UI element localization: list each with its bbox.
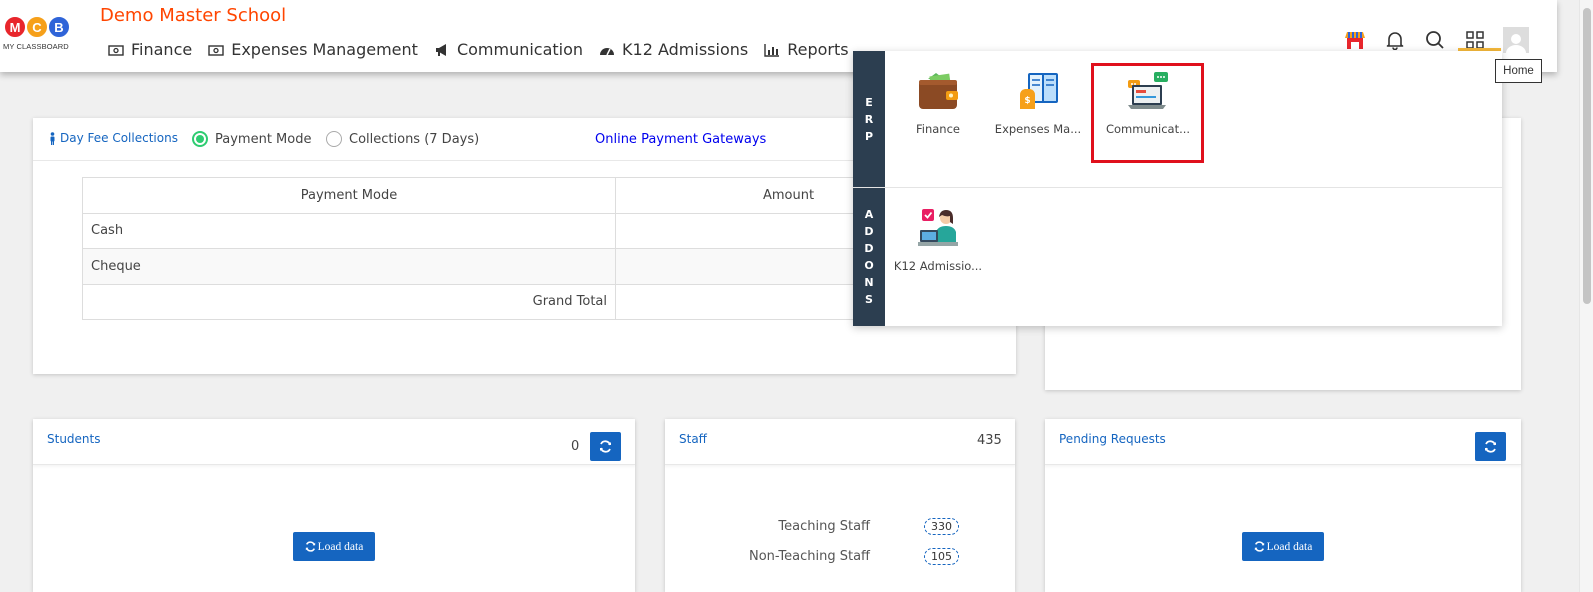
payment-mode-table: Payment Mode Amount Cash Cheque Grand To… <box>82 177 962 320</box>
home-tooltip: Home <box>1495 59 1542 83</box>
main-nav: Finance Expenses Management Communicatio… <box>108 40 849 59</box>
students-refresh-button[interactable] <box>590 432 621 461</box>
refresh-icon <box>1254 541 1264 552</box>
nav-reports[interactable]: Reports <box>764 40 849 59</box>
avatar[interactable] <box>1503 27 1529 53</box>
bar-chart-icon <box>764 43 780 57</box>
staff-card: Staff 435 Teaching Staff 330 Non-Teachin… <box>665 419 1015 592</box>
table-header-row: Payment Mode Amount <box>82 177 962 214</box>
admissions-icon <box>918 209 958 246</box>
refresh-icon <box>1485 440 1496 453</box>
svg-text:$: $ <box>1024 96 1030 106</box>
user-icon <box>1506 34 1526 53</box>
nav-k12-admissions[interactable]: K12 Admissions <box>599 40 748 59</box>
app-name: K12 Admissio... <box>893 259 983 273</box>
fee-card-title: Day Fee Collections <box>49 131 178 145</box>
staff-row-label: Teaching Staff <box>778 519 870 534</box>
logo-subtitle: MY CLASSBOARD <box>3 42 69 51</box>
cell-mode: Cheque <box>82 248 616 285</box>
section-label-letter: R <box>864 112 874 126</box>
nav-k12-label: K12 Admissions <box>622 40 749 59</box>
students-title: Students <box>47 432 101 446</box>
staff-count: 435 <box>977 433 1002 448</box>
logo-letter-c: C <box>25 15 49 39</box>
table-row: Cheque <box>82 248 962 285</box>
radio-collections-7-days[interactable]: Collections (7 Days) <box>326 131 479 147</box>
section-label-addons: A D D O N S <box>853 188 885 326</box>
cell-mode: Cash <box>82 212 616 249</box>
pending-requests-card: Pending Requests Load data <box>1045 419 1521 592</box>
pending-title: Pending Requests <box>1059 432 1166 446</box>
pending-card-header: Pending Requests <box>1045 419 1521 465</box>
section-label-letter: E <box>865 95 873 109</box>
staff-count-badge[interactable]: 330 <box>924 518 959 535</box>
app-tile-finance[interactable]: Finance <box>888 71 988 136</box>
load-data-label: Load data <box>317 540 364 553</box>
money-icon <box>208 44 224 56</box>
school-name: Demo Master School <box>100 5 287 26</box>
nav-expenses-label: Expenses Management <box>231 40 418 59</box>
nav-communication[interactable]: Communication <box>434 40 583 59</box>
staff-row-teaching: Teaching Staff 330 <box>665 518 959 535</box>
staff-row-label: Non-Teaching Staff <box>748 549 870 564</box>
online-payment-gateways-link[interactable]: Online Payment Gateways <box>595 132 766 147</box>
radio-payment-mode[interactable]: Payment Mode <box>192 131 311 147</box>
selected-app-highlight <box>1091 63 1204 163</box>
app-name: Expenses Ma... <box>994 122 1082 136</box>
radio-payment-mode-label: Payment Mode <box>215 131 312 147</box>
megaphone-icon <box>435 43 446 56</box>
radio-circle-checked[interactable] <box>192 131 208 147</box>
refresh-icon <box>305 541 315 552</box>
section-label-letter: S <box>865 293 873 306</box>
column-header-payment-mode: Payment Mode <box>82 177 616 214</box>
nav-reports-label: Reports <box>787 40 849 59</box>
section-label-letter: A <box>864 208 874 221</box>
grand-total-label: Grand Total <box>82 283 616 320</box>
section-label-letter: P <box>864 129 874 143</box>
section-label-letter: N <box>864 276 874 289</box>
load-data-label: Load data <box>1266 540 1313 553</box>
nav-expenses-management[interactable]: Expenses Management <box>208 40 418 59</box>
app-tile-expenses-management[interactable]: $ Expenses Ma... <box>988 71 1088 136</box>
app-tile-k12-admissions[interactable]: K12 Admissio... <box>888 208 988 273</box>
dashboard-icon <box>600 47 615 55</box>
students-card: Students 0 Load data <box>33 419 635 592</box>
drawer-section-erp: E R P Finance $ Expenses Ma... Communica… <box>853 51 1502 188</box>
fee-card-title-text: Day Fee Collections <box>60 131 178 145</box>
table-row: Cash <box>82 212 962 249</box>
section-label-letter: D <box>864 225 874 238</box>
section-label-letter: O <box>864 259 874 272</box>
app-name: Finance <box>916 122 960 136</box>
section-label-letter: D <box>864 242 874 255</box>
money-icon <box>108 44 124 56</box>
section-label-erp: E R P <box>853 51 885 187</box>
students-count: 0 <box>571 439 580 454</box>
staff-title: Staff <box>679 432 707 446</box>
wallet-icon <box>919 73 958 109</box>
page-scrollbar[interactable] <box>1579 0 1593 592</box>
radio-collections-label: Collections (7 Days) <box>349 131 480 147</box>
pending-refresh-button[interactable] <box>1475 432 1506 461</box>
expenses-book-icon: $ <box>1020 73 1058 109</box>
nav-communication-label: Communication <box>456 40 584 59</box>
staff-row-non-teaching: Non-Teaching Staff 105 <box>665 548 959 565</box>
students-load-data-button[interactable]: Load data <box>293 532 375 561</box>
drawer-section-addons: A D D O N S K12 Admissio... <box>853 188 1502 326</box>
staff-count-badge[interactable]: 105 <box>924 548 959 565</box>
person-icon <box>50 131 55 145</box>
logo-letter-b: B <box>47 15 71 39</box>
nav-finance-label: Finance <box>131 40 193 59</box>
grand-total-row: Grand Total <box>82 283 962 320</box>
staff-card-header: Staff 435 <box>665 419 1015 465</box>
apps-drawer: E R P Finance $ Expenses Ma... Communica… <box>853 51 1502 326</box>
students-card-header: Students 0 <box>33 419 635 465</box>
scrollbar-thumb[interactable] <box>1583 8 1591 304</box>
pending-load-data-button[interactable]: Load data <box>1242 532 1324 561</box>
myclassboard-logo[interactable]: M C B MY CLASSBOARD <box>3 15 75 59</box>
radio-circle[interactable] <box>326 131 342 147</box>
nav-finance[interactable]: Finance <box>108 40 192 59</box>
refresh-icon <box>600 440 611 453</box>
logo-letter-m: M <box>3 15 27 39</box>
